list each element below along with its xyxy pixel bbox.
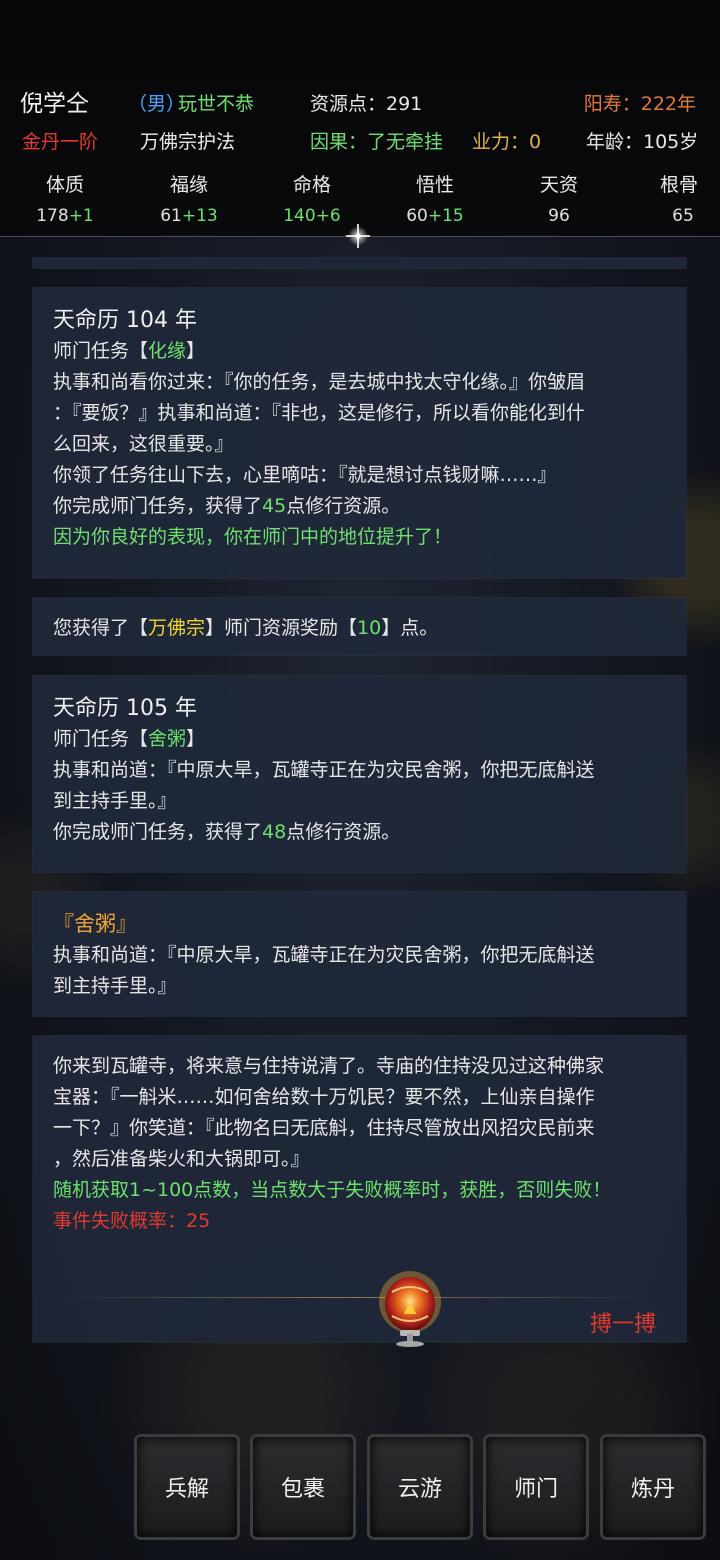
stat-label: 福缘 [169,174,208,196]
resource-points: 资源点：291 [310,93,423,115]
lantern-icon[interactable] [378,1270,442,1348]
stat-value: 140+6 [283,206,341,226]
stat-label: 悟性 [415,174,454,196]
log-text: ，然后准备柴火和大锅即可。』 [53,1148,310,1170]
age: 年龄：105岁 [586,131,699,153]
task-line: 师门任务【化缘】 [53,340,206,362]
log-text: 么回来，这很重要。』 [53,433,234,455]
stat-label: 命格 [292,174,331,196]
stat-label: 根骨 [660,174,699,196]
log-text: 到主持手里。』 [53,975,177,997]
log-card-partial [33,258,686,268]
log-text: 你领了任务往山下去，心里嘀咕：『就是想讨点钱财嘛……』 [53,464,557,486]
log-text: 执事和尚道：『中原大旱，瓦罐寺正在为灾民舍粥，你把无底斛送 [53,944,595,966]
sparkle-icon [346,224,370,248]
event-year: 天命历 105 年 [53,696,197,721]
karma-force: 业力：0 [472,131,542,153]
cultivation-realm: 金丹一阶 [22,131,99,153]
log-text: 执事和尚道：『中原大旱，瓦罐寺正在为灾民舍粥，你把无底斛送 [53,759,595,781]
gamble-button[interactable]: 搏一搏 [590,1306,656,1338]
stat-value: 61+13 [160,206,218,226]
task-line: 师门任务【舍粥】 [53,728,206,750]
stat-label: 天资 [539,174,578,196]
log-text: 一下？』你笑道：『此物名曰无底斛，住持尽管放出风招灾民前来 [53,1117,595,1139]
event-card: 『舍粥』 执事和尚道：『中原大旱，瓦罐寺正在为灾民舍粥，你把无底斛送 到主持手里… [33,892,686,1016]
sect-title: 万佛宗护法 [140,131,236,153]
reward-line: 你完成师门任务，获得了48点修行资源。 [53,821,401,843]
log-card: 天命历 104 年 师门任务【化缘】 执事和尚看你过来：『你的任务，是去城中找太… [33,288,686,578]
stat-value: 96 [548,206,570,226]
log-text: 到主持手里。』 [53,790,177,812]
reward-line: 你完成师门任务，获得了45点修行资源。 [53,495,401,517]
event-year: 天命历 104 年 [53,308,197,333]
status-header: 倪学仝 （男） 玩世不恭 资源点：291 阳寿：222年 金丹一阶 万佛宗护法 … [0,0,720,237]
event-card: 你来到瓦罐寺，将来意与住持说清了。寺庙的住持没见过这种佛家 宝器：『一斛米……如… [33,1036,686,1342]
fail-probability: 事件失败概率：25 [53,1210,211,1232]
gender: （男） [128,93,186,115]
log-text: 宝器：『一斛米……如何舍给数十万饥民？要不然，上仙亲自操作 [53,1086,595,1108]
log-card: 天命历 105 年 师门任务【舍粥】 执事和尚道：『中原大旱，瓦罐寺正在为灾民舍… [33,676,686,872]
character-name: 倪学仝 [20,91,89,117]
personality-trait: 玩世不恭 [178,93,255,115]
rule-text: 随机获取1~100点数，当点数大于失败概率时，获胜，否则失败！ [53,1179,612,1201]
nav-button-sect[interactable]: 师门 [486,1437,586,1537]
karma: 因果：了无牵挂 [310,131,444,153]
log-text: ：『要饭？』执事和尚道：『非也，这是修行，所以看你能化到什 [53,402,586,424]
stat-value: 65 [672,206,694,226]
lifespan: 阳寿：222年 [583,93,696,115]
stat-value: 178+1 [36,206,94,226]
nav-button-inventory[interactable]: 包裹 [253,1437,353,1537]
nav-button-bingjie[interactable]: 兵解 [137,1437,237,1537]
log-text: 你来到瓦罐寺，将来意与住持说清了。寺庙的住持没见过这种佛家 [53,1055,605,1077]
divider [55,1297,656,1298]
stat-label: 体质 [45,174,84,196]
nav-button-alchemy[interactable]: 炼丹 [603,1437,703,1537]
log-text: 执事和尚看你过来：『你的任务，是去城中找太守化缘。』你皱眉 [53,371,586,393]
promotion-line: 因为你良好的表现，你在师门中的地位提升了！ [53,526,453,548]
event-title: 『舍粥』 [53,912,137,936]
stat-value: 60+15 [406,206,464,226]
nav-button-travel[interactable]: 云游 [370,1437,470,1537]
sect-name: 万佛宗 [148,617,206,639]
reward-card: 您获得了【万佛宗】师门资源奖励【10】点。 [33,598,686,655]
